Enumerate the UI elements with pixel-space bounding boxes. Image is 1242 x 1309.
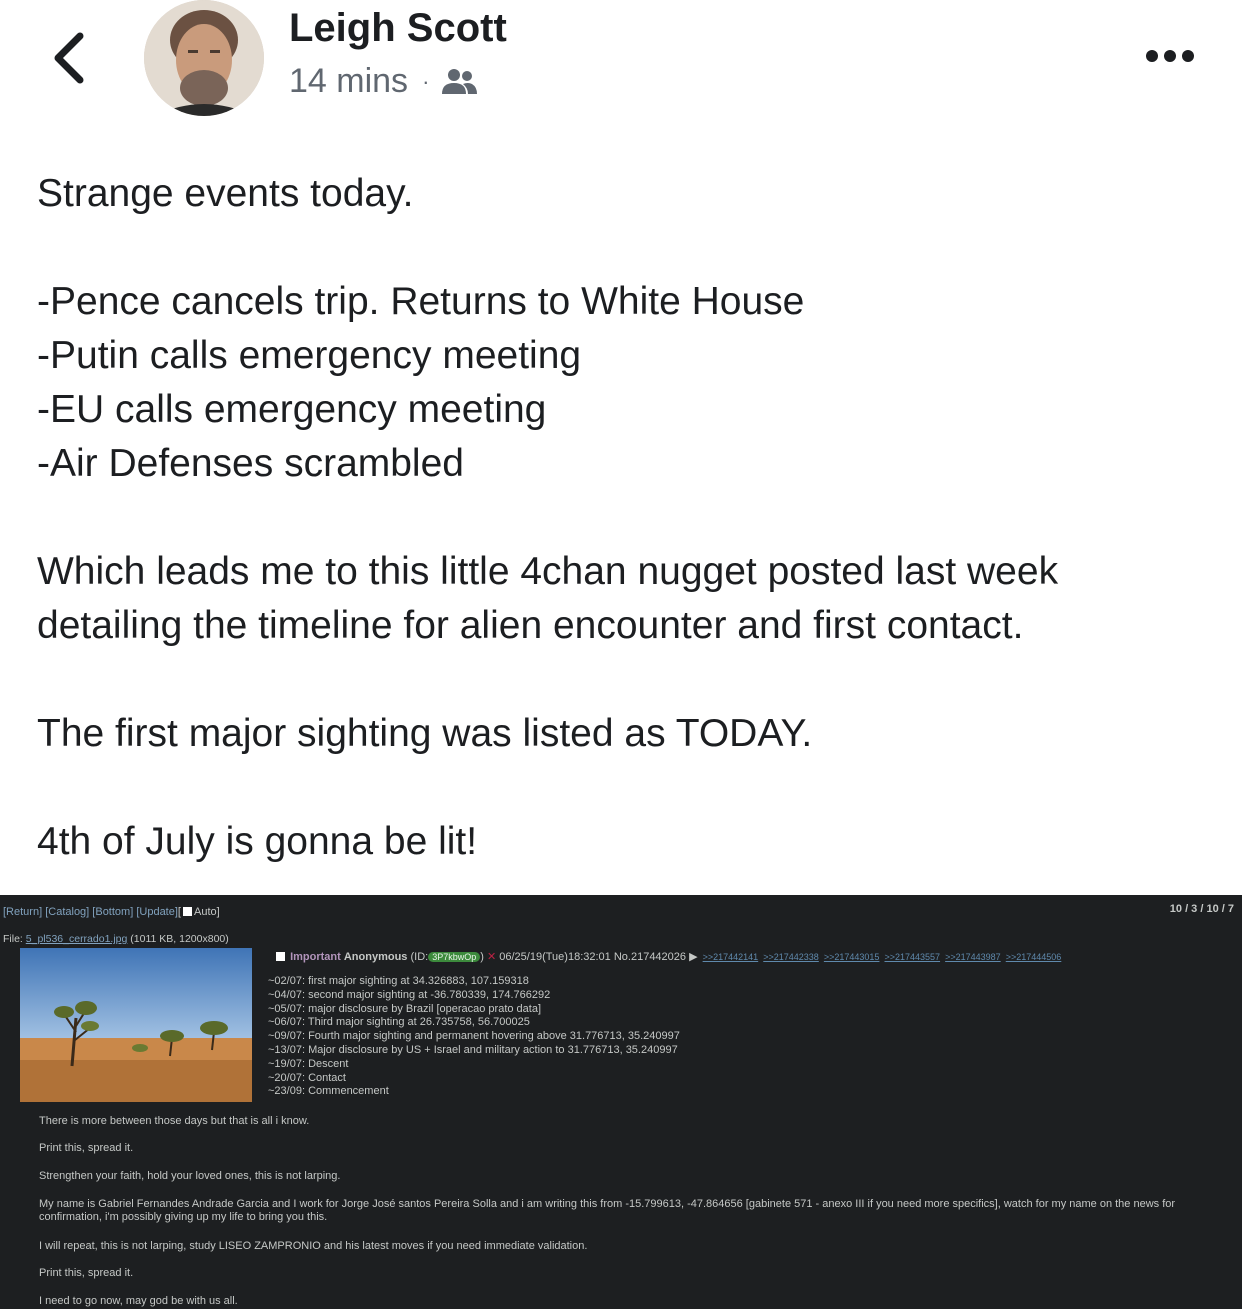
poster-name: Anonymous <box>343 951 408 963</box>
timeline-item: ~19/07: Descent <box>268 1057 349 1070</box>
more-dots-icon <box>1146 50 1194 62</box>
event-line: -Air Defenses scrambled <box>37 442 464 485</box>
post-intro: Strange events today. <box>37 172 414 215</box>
poster-id[interactable]: 3P7kbwOp <box>428 952 481 962</box>
nav-bottom-link[interactable]: [Bottom] <box>92 906 133 918</box>
thread-nav: [Return] [Catalog] [Bottom] [Update][ Aut… <box>3 906 220 918</box>
more-options-button[interactable] <box>1144 44 1196 68</box>
message-line: Print this, spread it. <box>39 1267 134 1279</box>
nav-catalog-link[interactable]: [Catalog] <box>45 906 89 918</box>
post-datetime: 06/25/19(Tue)18:32:01 <box>499 951 611 963</box>
reply-link[interactable]: >>217443557 <box>885 952 941 962</box>
message-line: Strengthen your faith, hold your loved o… <box>39 1170 341 1182</box>
auto-label: Auto] <box>193 906 220 918</box>
post-header: Leigh Scott 14 mins · <box>0 0 1242 130</box>
flag-icon: ✕ <box>486 951 497 963</box>
meta-separator: · <box>422 68 430 94</box>
file-info: File: 5_pl536_cerrado1.jpg (1011 KB, 120… <box>3 933 229 945</box>
post-paragraph: 4th of July is gonna be lit! <box>37 820 478 863</box>
timeline-item: ~23/09: Commencement <box>268 1085 389 1098</box>
friends-icon <box>441 67 479 97</box>
message-line: I will repeat, this is not larping, stud… <box>39 1240 588 1252</box>
event-line: -EU calls emergency meeting <box>37 388 547 431</box>
timeline-item: ~02/07: first major sighting at 34.32688… <box>268 975 529 987</box>
timestamp[interactable]: 14 mins <box>289 62 408 101</box>
id-close: ) <box>480 951 484 963</box>
message-line: I need to go now, may god be with us all… <box>39 1295 238 1307</box>
timeline-item: ~05/07: major disclosure by Brazil [oper… <box>268 1002 542 1015</box>
thread-stats: 10 / 3 / 10 / 7 <box>1169 903 1234 915</box>
id-open: (ID: <box>410 951 429 963</box>
reply-link[interactable]: >>217442338 <box>763 952 819 962</box>
auto-checkbox[interactable] <box>182 907 192 916</box>
file-meta: (1011 KB, 1200x800) <box>130 933 229 945</box>
timeline-item: ~20/07: Contact <box>268 1071 346 1084</box>
avatar[interactable] <box>144 0 264 116</box>
file-link[interactable]: 5_pl536_cerrado1.jpg <box>26 933 128 945</box>
reply-link[interactable]: >>217444506 <box>1006 952 1062 962</box>
back-button[interactable] <box>48 28 96 88</box>
event-line: -Putin calls emergency meeting <box>37 334 582 377</box>
post-select-checkbox[interactable] <box>276 952 285 961</box>
reply-link[interactable]: >>217443987 <box>945 952 1001 962</box>
post-meta: 14 mins · <box>289 62 479 101</box>
avatar-image <box>144 0 264 116</box>
post-number[interactable]: No.217442026 <box>614 951 686 963</box>
timeline-list: ~02/07: first major sighting at 34.32688… <box>268 975 680 1099</box>
post-menu-arrow-icon[interactable]: ▶ <box>689 951 697 963</box>
timeline-item: ~13/07: Major disclosure by US + Israel … <box>268 1043 678 1056</box>
message-line: My name is Gabriel Fernandes Andrade Gar… <box>39 1198 1176 1223</box>
nav-update-link[interactable]: [Update] <box>136 906 178 918</box>
message-line: Print this, spread it. <box>39 1142 134 1154</box>
timeline-item: ~04/07: second major sighting at -36.780… <box>268 988 551 1001</box>
post-subject: Important <box>290 951 341 963</box>
chevron-left-icon <box>54 32 84 84</box>
post-header-line: Important Anonymous (ID: 3P7kbwOp) ✕ 06/2… <box>274 950 1061 963</box>
file-label: File: <box>3 933 23 945</box>
attached-screenshot[interactable]: [Return] [Catalog] [Bottom] [Update][ Aut… <box>0 895 1242 1309</box>
post-paragraph: detailing the timeline for alien encount… <box>37 604 1024 647</box>
event-line: -Pence cancels trip. Returns to White Ho… <box>37 280 805 323</box>
timeline-item: ~06/07: Third major sighting at 26.73575… <box>268 1016 530 1029</box>
reply-link[interactable]: >>217443015 <box>824 952 880 962</box>
post-paragraph: Which leads me to this little 4chan nugg… <box>37 550 1059 593</box>
author-name[interactable]: Leigh Scott <box>289 6 507 51</box>
timeline-item: ~09/07: Fourth major sighting and perman… <box>268 1030 680 1043</box>
message-line: There is more between those days but tha… <box>39 1115 310 1127</box>
post-paragraph: The first major sighting was listed as T… <box>37 712 813 755</box>
post-thumbnail[interactable] <box>20 948 252 1102</box>
post-body: Strange events today. -Pence cancels tri… <box>37 167 1227 869</box>
reply-link[interactable]: >>217442141 <box>703 952 759 962</box>
auto-bracket: [ <box>177 906 181 918</box>
nav-return-link[interactable]: [Return] <box>3 906 42 918</box>
